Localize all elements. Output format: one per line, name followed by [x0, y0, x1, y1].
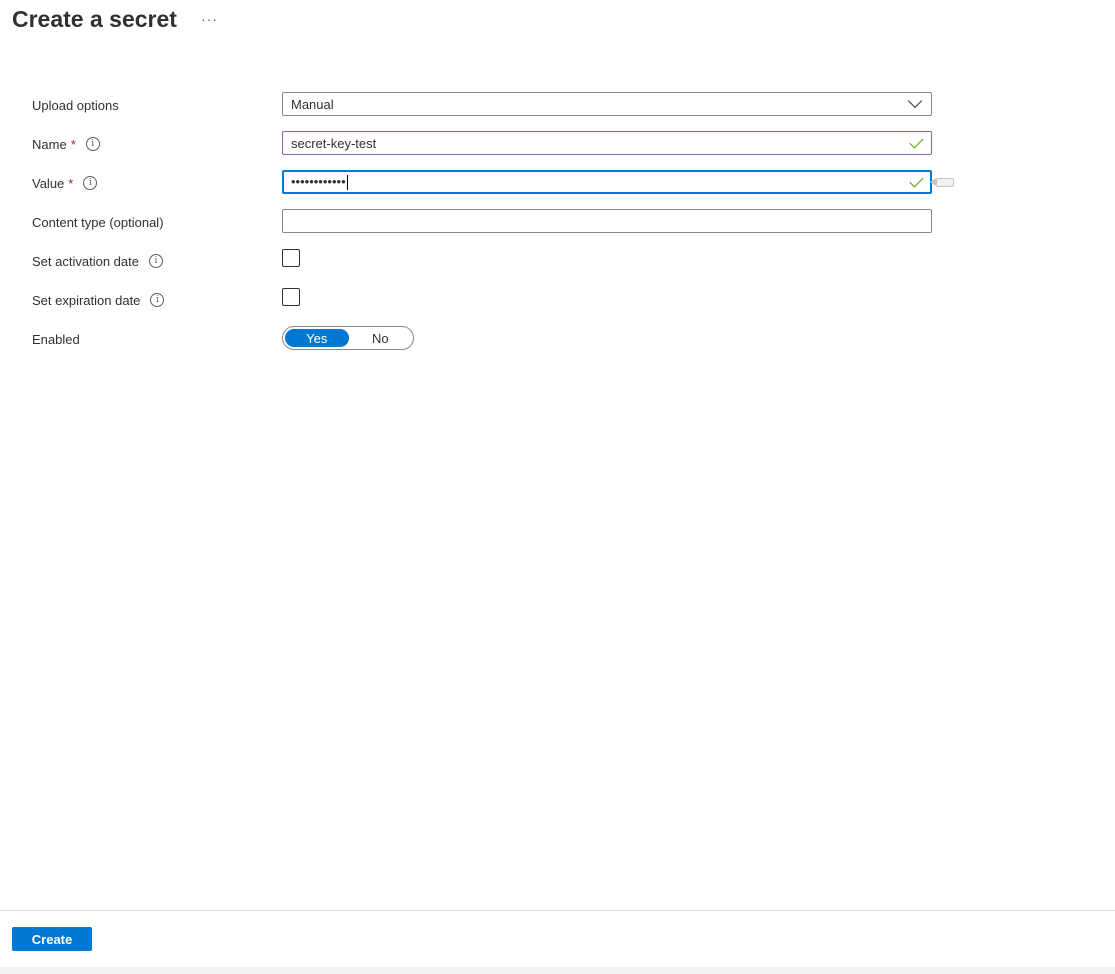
create-button[interactable]: Create [12, 927, 92, 951]
footer-divider [0, 910, 1115, 911]
info-icon[interactable]: i [148, 254, 163, 268]
upload-options-label: Upload options [32, 97, 119, 113]
value-input[interactable]: •••••••••••• [282, 170, 932, 194]
value-label: Value * i [32, 170, 98, 196]
activation-date-row: Set activation date i [32, 248, 1032, 287]
page-header: Create a secret ··· [12, 4, 218, 34]
activation-date-checkbox[interactable] [282, 249, 300, 267]
value-row: Value * i •••••••••••• [32, 170, 1032, 209]
expiration-date-row: Set expiration date i [32, 287, 1032, 326]
name-row: Name * i secret-key-test [32, 131, 1032, 170]
content-type-input[interactable] [282, 209, 932, 233]
name-input-value: secret-key-test [291, 135, 377, 151]
enabled-toggle: Yes No [282, 326, 414, 350]
name-input[interactable]: secret-key-test [282, 131, 932, 155]
upload-options-value: Manual [291, 96, 334, 112]
info-icon[interactable]: i [83, 176, 98, 190]
enabled-row: Enabled Yes No [32, 326, 1032, 365]
enabled-no-option[interactable]: No [349, 329, 413, 347]
create-secret-page: Create a secret ··· Upload options Manua… [0, 0, 1115, 974]
info-icon[interactable]: i [85, 137, 100, 151]
chevron-down-icon [907, 93, 923, 109]
name-label: Name * i [32, 131, 100, 157]
more-options-icon[interactable]: ··· [201, 4, 218, 34]
secret-form: Upload options Manual Name * i secret-ke… [32, 92, 1032, 365]
expiration-date-label: Set expiration date i [32, 287, 165, 313]
activation-date-label: Set activation date i [32, 248, 163, 274]
content-type-row: Content type (optional) [32, 209, 1032, 248]
required-marker: * [70, 136, 76, 152]
content-type-label: Content type (optional) [32, 214, 164, 230]
expiration-date-checkbox[interactable] [282, 288, 300, 306]
upload-options-dropdown[interactable]: Manual [282, 92, 932, 116]
text-caret [346, 175, 348, 191]
checkmark-icon [909, 172, 924, 188]
checkmark-icon [909, 133, 924, 149]
value-input-masked: •••••••••••• [291, 173, 346, 189]
required-marker: * [68, 175, 74, 191]
bottom-strip [0, 967, 1115, 974]
enabled-yes-option[interactable]: Yes [285, 329, 349, 347]
info-icon[interactable]: i [150, 293, 165, 307]
enabled-label: Enabled [32, 331, 80, 347]
page-title: Create a secret [12, 6, 177, 32]
password-reveal-icon[interactable] [930, 178, 954, 187]
upload-options-row: Upload options Manual [32, 92, 1032, 131]
